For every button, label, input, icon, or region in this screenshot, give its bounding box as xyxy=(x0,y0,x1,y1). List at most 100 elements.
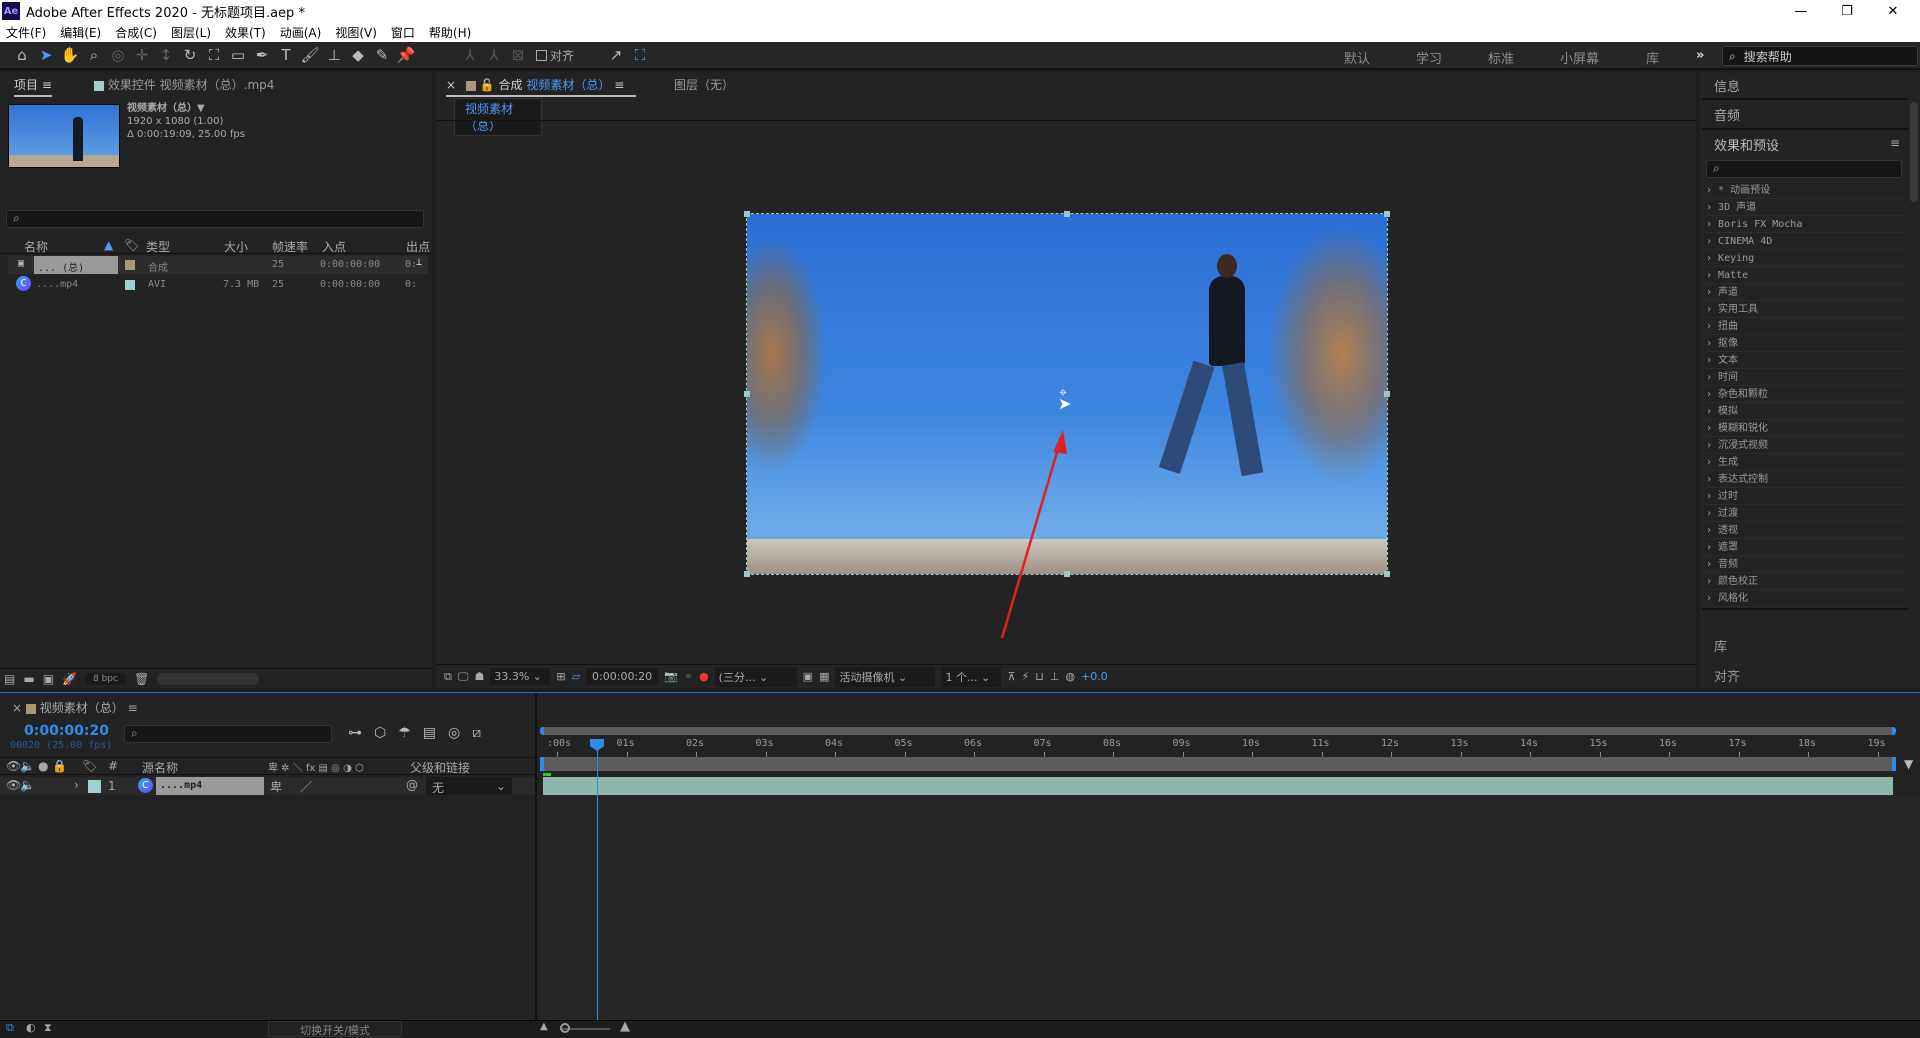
flowchart-icon[interactable]: ⊥ xyxy=(1050,670,1060,683)
menu-item[interactable]: 窗口 xyxy=(391,24,415,41)
sort-asc-icon[interactable]: ▲ xyxy=(104,238,113,254)
effects-category[interactable]: › 生成 xyxy=(1706,454,1906,471)
views-dropdown[interactable]: 1 个... ⌄ xyxy=(941,666,1002,687)
work-area-navigator[interactable] xyxy=(540,727,1896,735)
effects-category[interactable]: › Keying xyxy=(1706,250,1906,267)
eye-icon[interactable]: 👁 xyxy=(6,778,21,792)
render-queue-icon[interactable]: 🚀 xyxy=(62,672,77,686)
menu-item[interactable]: 视图(V) xyxy=(335,24,377,41)
motion-blur-icon[interactable]: ◎ xyxy=(448,725,460,741)
safe-areas-icon[interactable]: ⊞ xyxy=(556,670,565,683)
transform-handle[interactable] xyxy=(1384,571,1390,577)
lock-icon[interactable]: 🔓 xyxy=(480,78,495,92)
transform-handle[interactable] xyxy=(744,391,750,397)
col-type[interactable]: 类型 xyxy=(146,238,170,254)
current-timecode[interactable]: 0:00:00:20 xyxy=(24,723,109,739)
always-preview-icon[interactable]: ⧉ xyxy=(444,670,452,684)
shy-switch-icon[interactable]: 卑 xyxy=(270,778,282,795)
col-fps[interactable]: 帧速率 xyxy=(272,238,308,254)
snap-grid-icon[interactable]: ⛶ xyxy=(628,43,652,67)
close-tab-icon[interactable]: × xyxy=(12,701,22,715)
effects-category[interactable]: › Boris FX Mocha xyxy=(1706,216,1906,233)
project-row[interactable]: ▣ ... (总) 合成 25 0:00:00:00 0: ⊥ xyxy=(8,256,428,274)
transparency-grid-icon[interactable]: ▱ xyxy=(572,670,580,683)
effects-category[interactable]: › 风格化 xyxy=(1706,590,1906,607)
more-workspaces-button[interactable]: » xyxy=(1696,48,1704,63)
workspace-library[interactable]: 库 xyxy=(1646,48,1659,67)
effects-category[interactable]: › 透视 xyxy=(1706,522,1906,539)
library-panel-header[interactable]: 库 xyxy=(1714,636,1727,655)
transform-handle[interactable] xyxy=(1064,211,1070,217)
effects-category[interactable]: › 音频 xyxy=(1706,556,1906,573)
work-area-bar[interactable] xyxy=(540,757,1896,771)
hand-tool-icon[interactable]: ✋ xyxy=(58,43,82,67)
text-tool-icon[interactable]: T xyxy=(274,43,298,67)
effects-category[interactable]: › CINEMA 4D xyxy=(1706,233,1906,250)
effects-category[interactable]: › 模糊和锐化 xyxy=(1706,420,1906,437)
layer-name[interactable]: ....mp4 xyxy=(156,777,264,795)
restore-button[interactable]: ❐ xyxy=(1824,0,1870,22)
panel-menu-icon[interactable]: ≡ xyxy=(614,78,624,92)
mask-visibility-icon[interactable]: ☗ xyxy=(474,670,484,683)
effects-category[interactable]: › 过渡 xyxy=(1706,505,1906,522)
tag-icon[interactable]: 🏷 xyxy=(124,238,139,254)
shy-layers-icon[interactable]: ☂ xyxy=(398,725,411,741)
transfer-controls-pane-icon[interactable]: ◐ xyxy=(26,1021,36,1034)
dolly-tool-icon[interactable]: ↕ xyxy=(154,43,178,67)
layer-search-input[interactable]: ⌕ xyxy=(124,725,332,743)
effects-category[interactable]: › 扭曲 xyxy=(1706,318,1906,335)
effects-category[interactable]: › 沉浸式视频 xyxy=(1706,437,1906,454)
col-parent[interactable]: 父级和链接 xyxy=(410,759,470,776)
axis-view-icon[interactable]: ⊠ xyxy=(506,43,530,67)
effects-category[interactable]: › 模拟 xyxy=(1706,403,1906,420)
workspace-standard[interactable]: 标准 xyxy=(1488,48,1514,67)
effects-category[interactable]: › 过时 xyxy=(1706,488,1906,505)
project-search-input[interactable]: ⌕ xyxy=(6,210,424,228)
eye-icon[interactable]: 👁 xyxy=(6,759,21,773)
lock-icon[interactable]: 🔒 xyxy=(52,759,67,773)
parent-dropdown[interactable]: 无 ⌄ xyxy=(426,777,512,795)
panel-menu-icon[interactable]: ≡ xyxy=(128,701,138,715)
frame-blending-icon[interactable]: ▤ xyxy=(423,725,436,741)
home-icon[interactable]: ⌂ xyxy=(10,43,34,67)
camera-dropdown[interactable]: 活动摄像机 ⌄ xyxy=(835,666,936,687)
new-folder-icon[interactable]: ▬ xyxy=(23,672,34,686)
expand-chevron-icon[interactable]: › xyxy=(74,778,79,792)
playhead-line[interactable] xyxy=(597,739,598,1023)
anchor-tool-icon[interactable]: ⛶ xyxy=(202,43,226,67)
eraser-tool-icon[interactable]: ◆ xyxy=(346,43,370,67)
brush-tool-icon[interactable]: 🖌 xyxy=(298,43,322,67)
project-row[interactable]: C ....mp4 AVI 7.3 MB 25 0:00:00:00 0: xyxy=(8,276,428,294)
effects-category[interactable]: › 3D 声道 xyxy=(1706,199,1906,216)
axis-local-icon[interactable]: ⅄ xyxy=(458,43,482,67)
zoom-slider-thumb[interactable] xyxy=(560,1023,570,1033)
pen-tool-icon[interactable]: ✒ xyxy=(250,43,274,67)
workspace-small-screen[interactable]: 小屏幕 xyxy=(1560,48,1599,67)
display-icon[interactable]: 🖵 xyxy=(458,670,469,684)
puppet-tool-icon[interactable]: 📌 xyxy=(394,43,418,67)
snapshot-icon[interactable]: 📷 xyxy=(664,670,678,683)
draft-3d-icon[interactable]: ⬡ xyxy=(374,725,386,741)
align-panel-header[interactable]: 对齐 xyxy=(1714,666,1740,685)
selection-tool-icon[interactable]: ➤ xyxy=(34,43,58,67)
col-size[interactable]: 大小 xyxy=(224,238,248,254)
workspace-learn[interactable]: 学习 xyxy=(1416,48,1442,67)
tab-effect-controls[interactable]: 效果控件 视频素材（总）.mp4 xyxy=(94,76,274,93)
fast-preview-icon[interactable]: ⚡ xyxy=(1022,670,1030,683)
effects-category[interactable]: › 实用工具 xyxy=(1706,301,1906,318)
zoom-tool-icon[interactable]: ⌕ xyxy=(82,43,106,67)
effects-category[interactable]: › 遮罩 xyxy=(1706,539,1906,556)
new-composition-icon[interactable]: ▣ xyxy=(43,672,54,686)
col-in[interactable]: 入点 xyxy=(322,238,346,254)
axis-world-icon[interactable]: ⅄ xyxy=(482,43,506,67)
info-panel-header[interactable]: 信息 xyxy=(1714,76,1740,95)
stamp-tool-icon[interactable]: ⊥ xyxy=(322,43,346,67)
effects-category[interactable]: › 颜色校正 xyxy=(1706,573,1906,590)
exposure-icon[interactable]: ◍ xyxy=(1065,670,1075,683)
effects-category[interactable]: › * 动画预设 xyxy=(1706,182,1906,199)
interpret-footage-icon[interactable]: ▤ xyxy=(4,672,15,686)
effects-category[interactable]: › 抠像 xyxy=(1706,335,1906,352)
effects-category[interactable]: › 表达式控制 xyxy=(1706,471,1906,488)
effects-presets-header[interactable]: 效果和预设 xyxy=(1714,135,1779,154)
comp-end-marker-icon[interactable]: ▼ xyxy=(1904,757,1913,771)
